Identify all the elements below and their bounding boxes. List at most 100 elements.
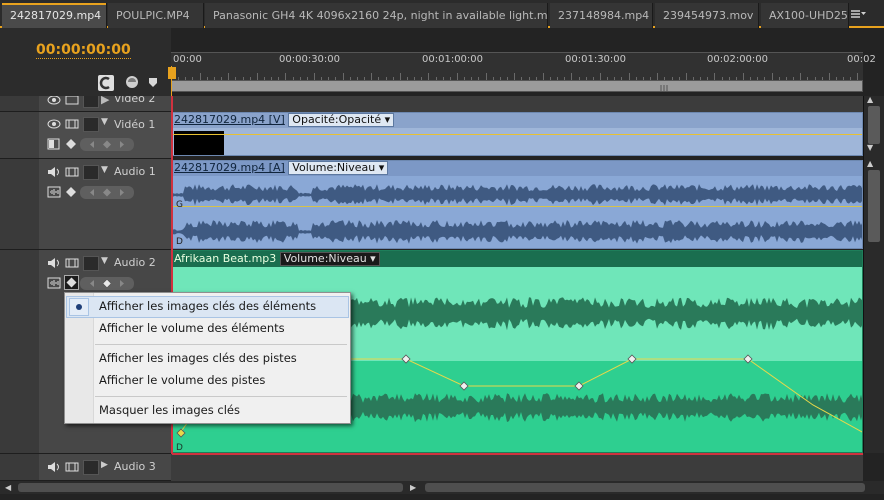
tab-poulpic[interactable]: POULPIC.MP4 — [108, 3, 204, 28]
toggle-output-icon[interactable] — [65, 118, 79, 130]
keyframe-navigator[interactable] — [80, 138, 134, 151]
collapse-track-icon[interactable]: ▼ — [101, 256, 108, 266]
clip-effect-dropdown[interactable]: Opacité:Opacité ▾ — [288, 113, 395, 127]
display-style-icon[interactable] — [47, 138, 61, 150]
vertical-scrollbar[interactable]: ▲ ▼ ▲ — [863, 96, 884, 453]
lock-toggle[interactable] — [83, 117, 99, 132]
opacity-line[interactable] — [173, 134, 862, 135]
panel-menu-icon[interactable] — [850, 9, 866, 20]
expand-track-icon[interactable]: ▶ — [101, 460, 108, 470]
marker-icon[interactable] — [148, 77, 158, 88]
menu-item-show-track-volume[interactable]: Afficher le volume des pistes — [99, 373, 265, 387]
toggle-output-icon[interactable] — [65, 96, 79, 106]
tab-label: AX100-UHD25 — [769, 9, 848, 22]
work-area-bar[interactable] — [171, 80, 863, 92]
clip-bottom-bar — [172, 453, 863, 455]
scroll-thumb[interactable] — [868, 106, 880, 144]
expand-track-icon[interactable]: ▶ — [101, 96, 109, 106]
scroll-down-icon[interactable]: ▼ — [867, 144, 881, 152]
track-target-video2[interactable] — [0, 96, 39, 112]
eye-icon[interactable] — [47, 118, 61, 130]
tab-ax100[interactable]: AX100-UHD25 — [761, 3, 849, 28]
menu-item-show-clip-keyframes[interactable]: Afficher les images clés des éléments — [99, 299, 316, 313]
track-target-audio3[interactable] — [0, 454, 39, 481]
keyframe[interactable] — [401, 354, 411, 364]
track-target-video1[interactable] — [0, 112, 39, 159]
toggle-output-icon[interactable] — [65, 166, 79, 178]
tab-label: 239454973.mov — [663, 9, 754, 22]
track-lane-video2[interactable] — [171, 96, 863, 113]
ruler-label: 00:01:00:00 — [422, 54, 484, 65]
tab-239454973[interactable]: 239454973.mov — [655, 3, 759, 28]
track-header-video2[interactable]: ▶ Vidéo 2 — [39, 96, 171, 112]
playhead-timecode[interactable]: 00:00:00:00 — [36, 42, 131, 59]
track-target-audio1[interactable] — [0, 159, 39, 250]
clip-video1[interactable]: 242817029.mp4 [V] Opacité:Opacité ▾ — [172, 112, 863, 156]
track-target-audio2[interactable] — [0, 250, 39, 454]
scroll-left-icon[interactable]: ◀ — [5, 483, 13, 492]
menu-item-show-track-keyframes[interactable]: Afficher les images clés des pistes — [99, 351, 297, 365]
keyframe[interactable] — [743, 354, 753, 364]
collapse-track-icon[interactable]: ▼ — [101, 117, 108, 127]
speaker-icon[interactable] — [47, 257, 61, 269]
keyframe[interactable] — [627, 354, 637, 364]
waveform-display-icon[interactable] — [47, 186, 61, 198]
track-header-audio1[interactable]: ▼ Audio 1 — [39, 159, 171, 250]
clip-name: 242817029.mp4 [A] — [174, 161, 285, 174]
ruler-label: 00:01:30:00 — [565, 54, 627, 65]
tab-237148984[interactable]: 237148984.mp4 — [550, 3, 653, 28]
tab-panasonic-gh4[interactable]: Panasonic GH4 4K 4096x2160 24p, night in… — [205, 3, 548, 28]
ruler-label: 00:02 — [847, 54, 876, 65]
menu-separator — [95, 344, 347, 345]
clip-audio1[interactable]: 242817029.mp4 [A] Volume:Niveau ▾ G D — [172, 160, 863, 249]
toggle-output-icon[interactable] — [65, 257, 79, 269]
track-header-audio3[interactable]: ▶ Audio 3 — [39, 454, 171, 481]
track-lane-audio3[interactable] — [171, 454, 863, 481]
track-header-video1[interactable]: ▼ Vidéo 1 — [39, 112, 171, 159]
keyframe-navigator[interactable] — [80, 186, 134, 199]
track-name: Audio 3 — [114, 460, 156, 473]
lock-toggle[interactable] — [83, 165, 99, 180]
ruler-label: 00:02:00:00 — [707, 54, 769, 65]
horizontal-scrollbar[interactable]: ◀ ▶ — [0, 481, 884, 494]
clip-name: 242817029.mp4 [V] — [174, 113, 285, 126]
toggle-output-icon[interactable] — [65, 461, 79, 473]
keyframe[interactable] — [459, 381, 469, 391]
speaker-icon[interactable] — [47, 461, 61, 473]
lock-toggle[interactable] — [83, 96, 99, 108]
lock-toggle[interactable] — [83, 460, 99, 475]
menu-item-label: Afficher le volume des éléments — [99, 321, 285, 335]
keyframe-options-icon[interactable] — [64, 275, 79, 290]
keyframe-context-menu: Afficher les images clés des éléments Af… — [64, 292, 351, 424]
menu-item-show-clip-volume[interactable]: Afficher le volume des éléments — [99, 321, 285, 335]
lock-toggle[interactable] — [83, 256, 99, 271]
keyframe[interactable] — [574, 381, 584, 391]
playhead-handle[interactable] — [168, 67, 176, 79]
scroll-up-icon[interactable]: ▲ — [867, 160, 881, 168]
keyframe[interactable] — [176, 428, 186, 438]
eye-icon[interactable] — [47, 96, 61, 106]
scroll-thumb[interactable] — [868, 170, 880, 242]
scroll-thumb[interactable] — [425, 483, 865, 492]
keyframe-options-icon[interactable] — [65, 138, 79, 150]
tab-label: 237148984.mp4 — [558, 9, 650, 22]
grip-icon — [660, 82, 668, 91]
scroll-right-icon[interactable]: ▶ — [410, 483, 418, 492]
timeline-header — [0, 28, 171, 98]
snap-icon[interactable] — [98, 75, 114, 91]
channel-label: G — [176, 200, 183, 210]
scroll-thumb[interactable] — [18, 483, 403, 492]
check-frame — [69, 298, 89, 316]
keyframe-options-icon[interactable] — [65, 186, 79, 198]
add-marker-icon[interactable] — [125, 75, 139, 89]
menu-item-hide-keyframes[interactable]: Masquer les images clés — [99, 403, 240, 417]
channel-label: D — [176, 237, 183, 247]
collapse-track-icon[interactable]: ▼ — [101, 165, 108, 175]
clip-effect-dropdown[interactable]: Volume:Niveau ▾ — [288, 161, 389, 175]
waveform-display-icon[interactable] — [47, 277, 61, 289]
speaker-icon[interactable] — [47, 166, 61, 178]
scroll-up-icon[interactable]: ▲ — [867, 96, 881, 104]
time-ruler[interactable]: 00:00 00:00:30:00 00:01:00:00 00:01:30:0… — [168, 52, 876, 81]
tab-242817029[interactable]: 242817029.mp4 — [2, 3, 107, 28]
keyframe-navigator[interactable] — [80, 277, 134, 290]
